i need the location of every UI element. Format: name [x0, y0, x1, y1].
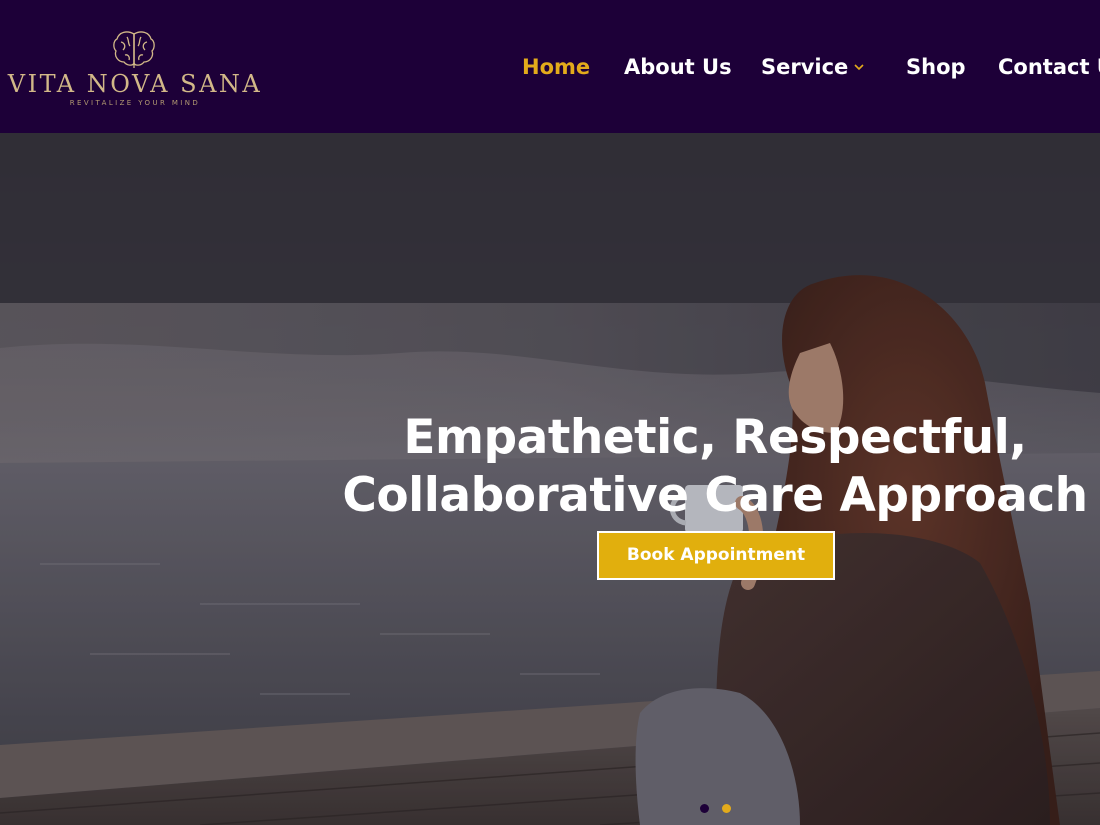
- chevron-down-icon[interactable]: [852, 60, 866, 74]
- slider-dot-1[interactable]: [700, 804, 709, 813]
- main-nav: Home About Us Service Shop Contact Us: [0, 52, 1100, 84]
- hero-title: Empathetic, Respectful, Collaborative Ca…: [320, 409, 1100, 525]
- slider-dot-2[interactable]: [722, 804, 731, 813]
- nav-item-contact-us[interactable]: Contact Us: [998, 52, 1100, 84]
- site-header: VITA NOVA SANA REVITALIZE YOUR MIND Home…: [0, 0, 1100, 133]
- brand-tagline: REVITALIZE YOUR MIND: [69, 99, 201, 107]
- hero-title-line-1: Empathetic, Respectful,: [403, 410, 1027, 466]
- nav-item-service[interactable]: Service: [761, 52, 848, 84]
- hero-slider: Empathetic, Respectful, Collaborative Ca…: [0, 133, 1100, 825]
- nav-item-about-us[interactable]: About Us: [624, 52, 732, 84]
- nav-item-home[interactable]: Home: [522, 52, 590, 84]
- nav-item-shop[interactable]: Shop: [906, 52, 966, 84]
- book-appointment-button[interactable]: Book Appointment: [597, 531, 835, 580]
- hero-title-line-2: Collaborative Care Approach: [342, 468, 1088, 524]
- slider-pagination: [698, 804, 738, 816]
